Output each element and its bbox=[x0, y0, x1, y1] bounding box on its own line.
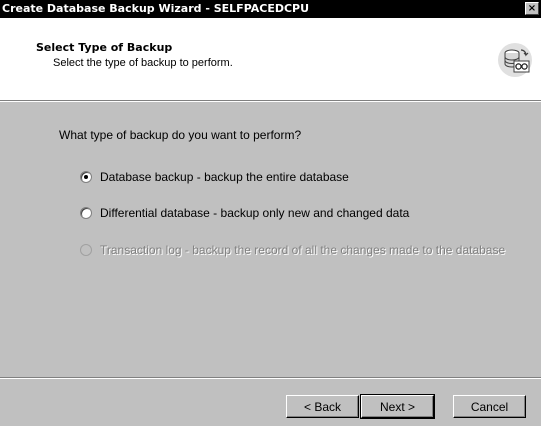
next-button[interactable]: Next > bbox=[360, 394, 435, 419]
database-backup-icon bbox=[498, 43, 532, 77]
back-button-label: < Back bbox=[303, 399, 342, 414]
radio-transaction-log bbox=[80, 244, 92, 256]
cancel-button-label: Cancel bbox=[470, 399, 509, 414]
close-icon: × bbox=[527, 3, 537, 14]
radio-differential-backup[interactable] bbox=[80, 207, 92, 219]
footer-divider-highlight bbox=[0, 378, 541, 379]
header-divider bbox=[0, 101, 541, 102]
backup-type-question: What type of backup do you want to perfo… bbox=[59, 128, 302, 142]
option-transaction-log: Transaction log - backup the record of a… bbox=[80, 242, 505, 258]
window-title: Create Database Backup Wizard - SELFPACE… bbox=[2, 2, 310, 15]
close-button[interactable]: × bbox=[525, 2, 539, 15]
title-bar: Create Database Backup Wizard - SELFPACE… bbox=[0, 0, 541, 18]
page-subtitle: Select the type of backup to perform. bbox=[53, 57, 233, 69]
option-database-backup-label: Database backup - backup the entire data… bbox=[100, 170, 349, 184]
next-button-label: Next > bbox=[379, 399, 415, 414]
option-database-backup[interactable]: Database backup - backup the entire data… bbox=[80, 169, 349, 185]
option-transaction-log-label: Transaction log - backup the record of a… bbox=[100, 243, 506, 257]
option-differential-backup-label: Differential database - backup only new … bbox=[100, 206, 410, 220]
option-differential-backup[interactable]: Differential database - backup only new … bbox=[80, 205, 409, 221]
wizard-header: Select Type of Backup Select the type of… bbox=[0, 18, 541, 101]
radio-database-backup[interactable] bbox=[80, 171, 92, 183]
cancel-button[interactable]: Cancel bbox=[453, 395, 526, 418]
page-title: Select Type of Backup bbox=[36, 41, 173, 54]
back-button[interactable]: < Back bbox=[286, 395, 359, 418]
